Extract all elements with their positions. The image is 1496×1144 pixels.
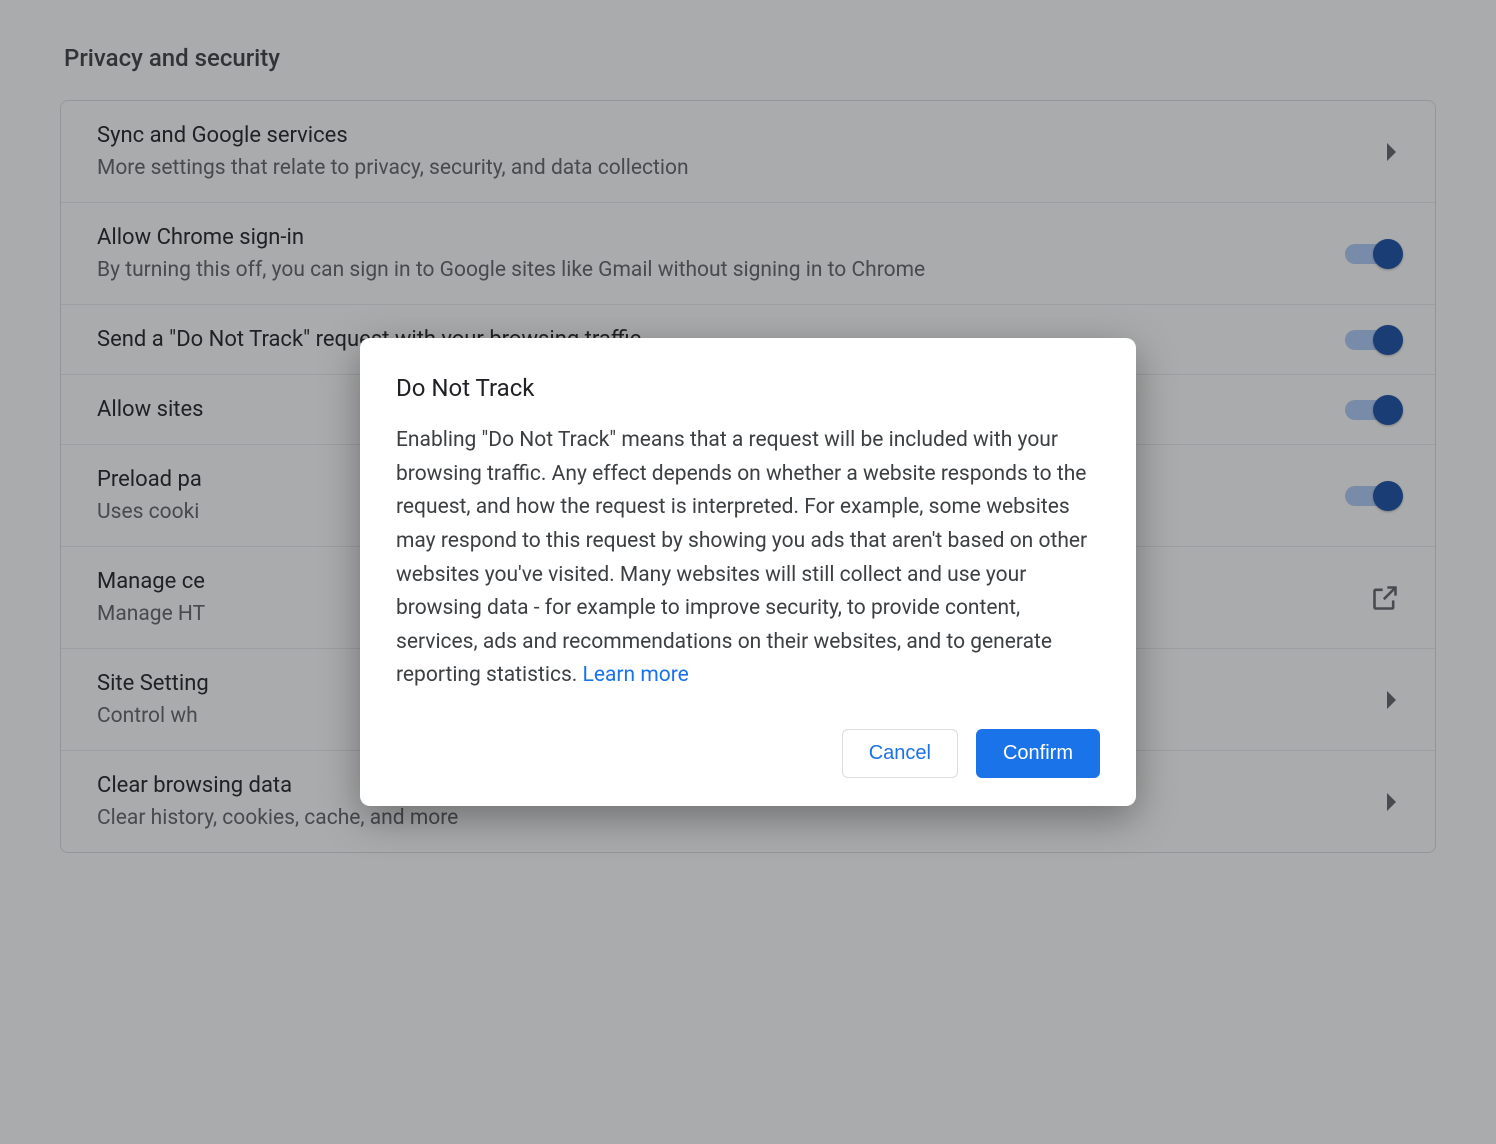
modal-overlay: Do Not Track Enabling "Do Not Track" mea… (0, 0, 1496, 1144)
do-not-track-dialog: Do Not Track Enabling "Do Not Track" mea… (360, 338, 1136, 806)
cancel-button[interactable]: Cancel (842, 729, 958, 778)
dialog-body-text: Enabling "Do Not Track" means that a req… (396, 428, 1087, 687)
dialog-title: Do Not Track (396, 374, 1100, 402)
confirm-button[interactable]: Confirm (976, 729, 1100, 778)
learn-more-link[interactable]: Learn more (583, 663, 689, 687)
dialog-body: Enabling "Do Not Track" means that a req… (396, 424, 1100, 693)
